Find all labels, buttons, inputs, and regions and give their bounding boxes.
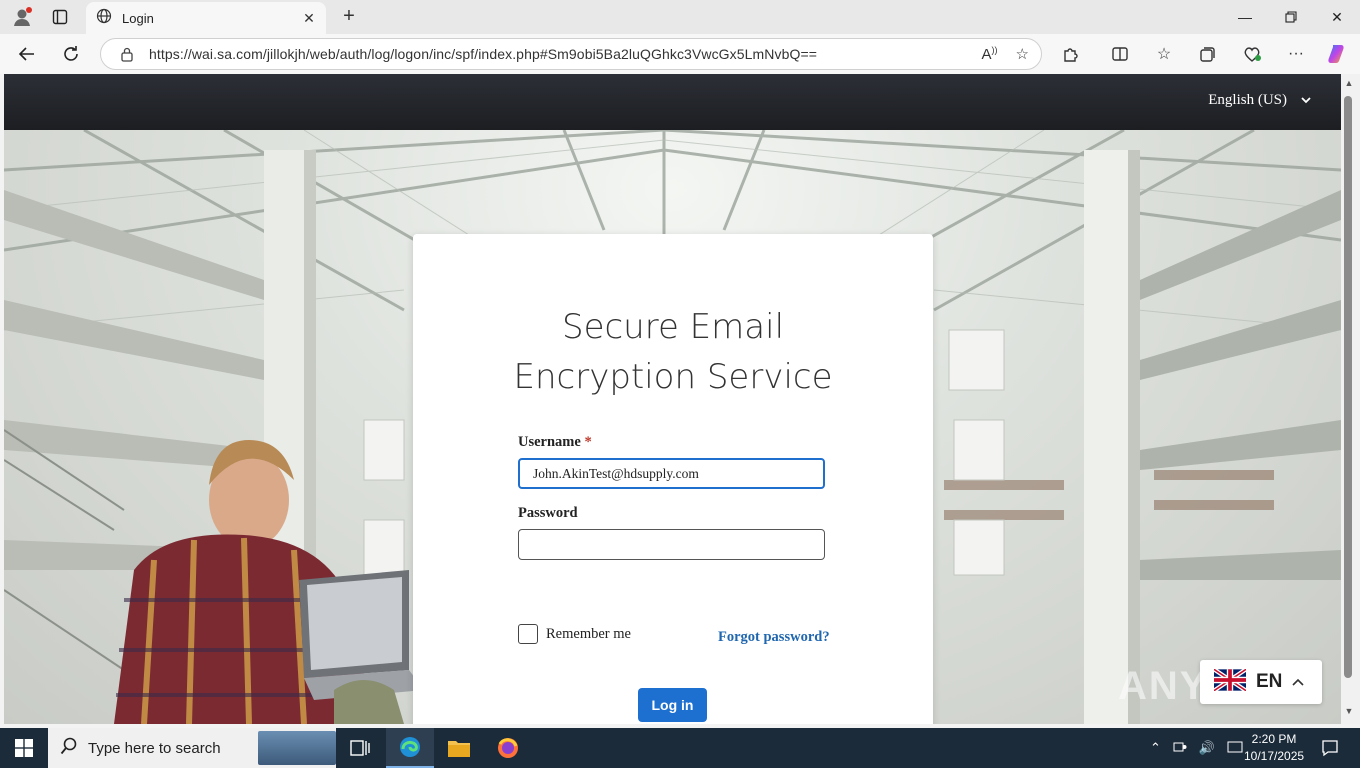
favorite-star-icon[interactable]: ☆: [1016, 45, 1029, 63]
back-icon[interactable]: [12, 40, 42, 68]
chevron-up-icon: [1292, 673, 1304, 691]
more-icon[interactable]: ···: [1284, 42, 1308, 66]
scrollbar-thumb[interactable]: [1344, 96, 1352, 678]
forgot-password-link[interactable]: Forgot password?: [718, 629, 830, 646]
scroll-down-icon[interactable]: ▼: [1343, 706, 1355, 718]
firefox-icon[interactable]: [484, 728, 532, 768]
volume-icon[interactable]: 🔊: [1199, 740, 1215, 756]
search-icon: [60, 737, 78, 760]
remember-me-label: Remember me: [546, 625, 631, 642]
performance-icon[interactable]: [1240, 42, 1264, 66]
url-text: https://wai.sa.com/jillokjh/web/auth/log…: [149, 46, 818, 62]
language-select-label: English (US): [1208, 92, 1287, 108]
network-icon[interactable]: [1173, 740, 1187, 757]
windows-start-icon[interactable]: [0, 728, 48, 768]
language-select[interactable]: English (US): [1208, 92, 1311, 109]
notifications-icon[interactable]: [1306, 728, 1354, 768]
floating-language-label: EN: [1256, 671, 1283, 692]
copilot-icon[interactable]: [1326, 42, 1350, 66]
username-label: Username *: [518, 434, 592, 451]
browser-tab-bar: Login ✕ + — ✕: [0, 0, 1360, 34]
page-scrollbar[interactable]: ▲ ▼: [1341, 74, 1360, 724]
profile-icon[interactable]: [8, 5, 36, 29]
chevron-up-tray-icon[interactable]: ⌃: [1150, 740, 1161, 756]
floating-language-button[interactable]: EN: [1200, 660, 1322, 704]
close-icon[interactable]: ✕: [298, 7, 320, 29]
new-tab-icon[interactable]: +: [338, 5, 360, 27]
edge-taskbar-icon[interactable]: [386, 728, 434, 768]
minimize-icon[interactable]: —: [1222, 0, 1268, 34]
chevron-down-icon: [1301, 92, 1311, 109]
password-label: Password: [518, 505, 578, 521]
globe-icon: [96, 8, 112, 29]
remember-me[interactable]: Remember me: [518, 624, 631, 644]
restore-icon[interactable]: [1268, 0, 1314, 34]
extensions-icon[interactable]: [1059, 42, 1083, 66]
clock-date: 10/17/2025: [1244, 749, 1305, 763]
search-highlight-icon: [258, 731, 336, 765]
username-field[interactable]: [518, 458, 825, 489]
lock-icon[interactable]: [119, 46, 135, 62]
browser-toolbar: https://wai.sa.com/jillokjh/web/auth/log…: [0, 34, 1360, 74]
tab-login[interactable]: Login ✕: [86, 2, 326, 34]
login-button[interactable]: Log in: [638, 688, 707, 722]
refresh-icon[interactable]: [56, 40, 86, 68]
username-label-text: Username: [518, 434, 581, 450]
windows-taskbar: Type here to search ⌃ 🔊 2:20 PM 10/17/20…: [0, 728, 1360, 768]
page-title-line1: Secure Email: [561, 307, 785, 347]
task-view-icon[interactable]: [336, 728, 384, 768]
language-tray-icon[interactable]: [1227, 740, 1243, 757]
remember-me-checkbox[interactable]: [518, 624, 538, 644]
collections-icon[interactable]: [1196, 42, 1220, 66]
clock-time: 2:20 PM: [1251, 732, 1297, 746]
page-title: Secure Email Encryption Service: [413, 302, 933, 402]
uk-flag-icon: [1212, 667, 1248, 696]
site-header: English (US): [4, 74, 1341, 130]
taskbar-search[interactable]: Type here to search: [48, 728, 336, 768]
file-explorer-icon[interactable]: [435, 728, 483, 768]
page-viewport: English (US) Secure Email Encryption Ser…: [4, 74, 1341, 724]
tab-title: Login: [122, 10, 154, 26]
system-tray: ⌃ 🔊: [1150, 728, 1243, 768]
taskbar-search-placeholder: Type here to search: [88, 739, 221, 757]
address-bar[interactable]: https://wai.sa.com/jillokjh/web/auth/log…: [100, 38, 1042, 70]
favorites-icon[interactable]: ☆: [1152, 42, 1176, 66]
window-close-icon[interactable]: ✕: [1314, 0, 1360, 34]
tab-actions-icon[interactable]: [46, 5, 74, 29]
scroll-up-icon[interactable]: ▲: [1343, 78, 1355, 90]
read-aloud-icon[interactable]: A)): [982, 45, 998, 63]
login-card: Secure Email Encryption Service Username…: [413, 234, 933, 724]
page-title-line2: Encryption Service: [513, 357, 833, 397]
password-field[interactable]: [518, 529, 825, 560]
taskbar-clock[interactable]: 2:20 PM 10/17/2025: [1244, 731, 1304, 765]
split-screen-icon[interactable]: [1108, 42, 1132, 66]
required-asterisk: *: [584, 434, 592, 450]
